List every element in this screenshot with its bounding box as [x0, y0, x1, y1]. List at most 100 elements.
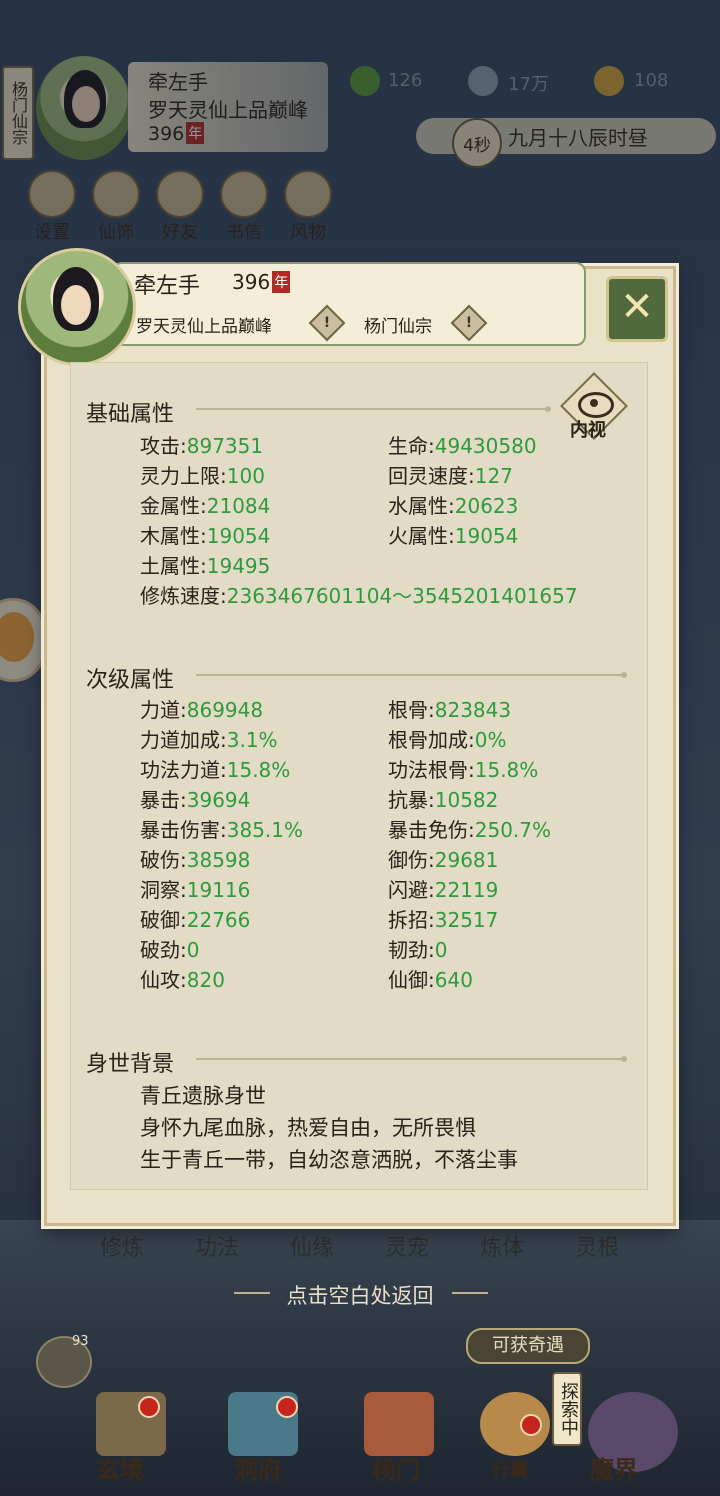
stat-earth: 土属性:19495: [140, 550, 270, 579]
stat-label: 暴击:: [140, 788, 187, 812]
stat-value: 19054: [454, 524, 519, 548]
stat-technique-constitution: 功法根骨:15.8%: [388, 754, 538, 783]
stat-label: 根骨:: [388, 698, 435, 722]
nav-realm[interactable]: 玄境: [96, 1450, 144, 1485]
stat-label: 回灵速度:: [388, 464, 475, 488]
section-divider: [196, 672, 627, 678]
notification-dot: [520, 1414, 542, 1436]
stat-value: 19054: [206, 524, 271, 548]
stat-label: 力道加成:: [140, 728, 227, 752]
stat-label: 破劲:: [140, 938, 187, 962]
avatar-face: [61, 285, 91, 325]
stat-value: 32517: [434, 908, 499, 932]
stat-label: 灵力上限:: [140, 464, 227, 488]
bio-line: 生于青丘一带，自幼恣意洒脱，不落尘事: [140, 1148, 518, 1172]
stat-label: 破御:: [140, 908, 187, 932]
stat-wood: 木属性:19054: [140, 520, 270, 549]
stat-label: 拆招:: [388, 908, 435, 932]
stat-label: 修炼速度:: [140, 584, 227, 608]
stat-label: 根骨加成:: [388, 728, 475, 752]
stat-immortal-defense: 仙御:640: [388, 964, 473, 993]
stat-metal: 金属性:21084: [140, 490, 270, 519]
stat-label: 土属性:: [140, 554, 207, 578]
close-button[interactable]: ✕: [606, 276, 668, 342]
inner-view-label: 内视: [570, 420, 606, 441]
stat-value: 22119: [434, 878, 499, 902]
realm-info-glyph: !: [323, 315, 331, 331]
notification-dot: [276, 1396, 298, 1418]
panel-player-realm: 罗天灵仙上品巅峰: [136, 317, 272, 337]
stat-value: 100: [226, 464, 265, 488]
adventure-button[interactable]: 可获奇遇: [466, 1328, 590, 1364]
panel-age-unit-badge: 年: [272, 271, 291, 293]
stat-value: 15.8%: [226, 758, 291, 782]
stat-value: 640: [434, 968, 473, 992]
stat-break-tenacity: 破劲:0: [140, 934, 199, 963]
stat-value: 250.7%: [474, 818, 552, 842]
stat-spirit-regen: 回灵速度:127: [388, 460, 513, 489]
panel-avatar: [18, 248, 136, 366]
stat-value: 823843: [434, 698, 512, 722]
stat-crit-damage-reduction: 暴击免伤:250.7%: [388, 814, 551, 843]
stat-label: 攻击:: [140, 434, 187, 458]
stat-constitution: 根骨:823843: [388, 694, 511, 723]
panel-player-age: 396 年: [232, 270, 291, 294]
stat-value: 820: [186, 968, 225, 992]
background-story-title: 身世背景: [86, 1052, 175, 1077]
panel-age-value: 396: [232, 270, 271, 294]
stat-value: 20623: [454, 494, 519, 518]
nav-cave[interactable]: 洞府: [234, 1450, 282, 1485]
stat-crit-resist: 抗暴:10582: [388, 784, 498, 813]
stat-immortal-attack: 仙攻:820: [140, 964, 225, 993]
stat-label: 力道:: [140, 698, 187, 722]
panel-player-name: 牵左手: [134, 274, 201, 299]
stat-label: 暴击免伤:: [388, 818, 475, 842]
stat-insight: 洞察:19116: [140, 874, 250, 903]
return-hint: 点击空白处返回: [286, 1284, 434, 1308]
section-divider: [196, 1056, 627, 1062]
nav-sect[interactable]: 杨门: [372, 1450, 420, 1485]
panel-player-sect: 杨门仙宗: [364, 317, 432, 337]
stat-label: 木属性:: [140, 524, 207, 548]
stat-label: 御伤:: [388, 848, 435, 872]
stat-break-defense: 破御:22766: [140, 904, 250, 933]
stat-label: 韧劲:: [388, 938, 435, 962]
stat-value: 869948: [186, 698, 264, 722]
stat-value: 2363467601104～3545201401657: [226, 584, 578, 608]
sect-info-glyph: !: [465, 315, 473, 331]
stat-strength-bonus: 力道加成:3.1%: [140, 724, 278, 753]
stat-label: 火属性:: [388, 524, 455, 548]
stat-label: 洞察:: [140, 878, 187, 902]
stat-label: 仙攻:: [140, 968, 187, 992]
eye-icon: [578, 392, 614, 418]
nav-demon-realm[interactable]: 魔界: [590, 1450, 638, 1485]
stat-label: 金属性:: [140, 494, 207, 518]
stat-value: 10582: [434, 788, 499, 812]
notification-dot: [138, 1396, 160, 1418]
stat-guard: 御伤:29681: [388, 844, 498, 873]
stat-label: 水属性:: [388, 494, 455, 518]
bio-line: 青丘遗脉身世: [140, 1084, 266, 1108]
stat-fire: 火属性:19054: [388, 520, 518, 549]
stat-counter: 拆招:32517: [388, 904, 498, 933]
stat-hp: 生命:49430580: [388, 430, 537, 459]
nav-bag[interactable]: 行囊: [492, 1456, 528, 1482]
stat-value: 39694: [186, 788, 251, 812]
section-divider: [196, 406, 551, 412]
stat-label: 仙御:: [388, 968, 435, 992]
stat-water: 水属性:20623: [388, 490, 518, 519]
stat-label: 破伤:: [140, 848, 187, 872]
stat-value: 49430580: [434, 434, 537, 458]
stat-attack: 攻击:897351: [140, 430, 263, 459]
stat-dodge: 闪避:22119: [388, 874, 498, 903]
stat-value: 127: [474, 464, 513, 488]
stat-label: 闪避:: [388, 878, 435, 902]
stat-value: 385.1%: [226, 818, 304, 842]
stat-crit: 暴击:39694: [140, 784, 250, 813]
stat-label: 暴击伤害:: [140, 818, 227, 842]
chat-count: 93: [72, 1334, 89, 1349]
inner-view-button[interactable]: 内视: [560, 372, 628, 442]
stat-value: 0: [186, 938, 200, 962]
stat-value: 0%: [474, 728, 507, 752]
stat-label: 功法根骨:: [388, 758, 475, 782]
